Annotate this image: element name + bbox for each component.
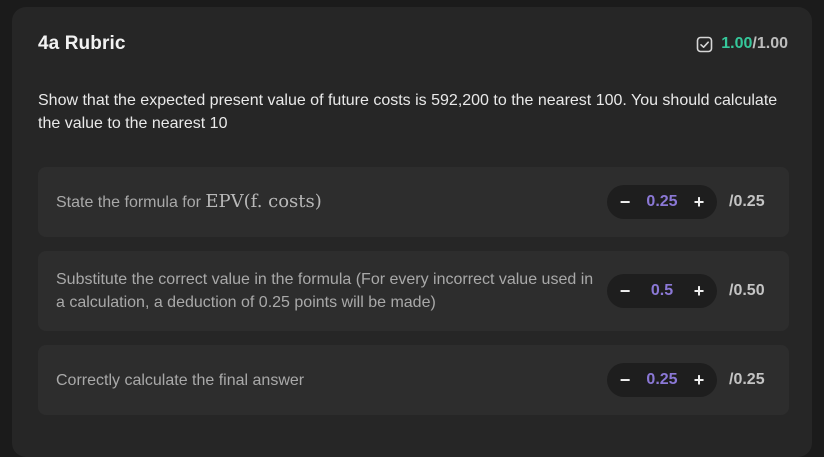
points-value[interactable]: 0.5 — [651, 282, 673, 300]
rubric-header: 4a Rubric 1.00/1.00 — [38, 31, 788, 57]
score-max: /1.00 — [752, 35, 788, 52]
decrement-button[interactable]: − — [617, 282, 633, 300]
criterion-text: State the formula for — [56, 194, 206, 211]
criterion-controls: − 0.5 + /0.50 — [607, 274, 771, 308]
increment-button[interactable]: + — [691, 282, 707, 300]
points-stepper: − 0.25 + — [607, 363, 717, 397]
criterion-item: Correctly calculate the final answer − 0… — [38, 345, 789, 415]
checkbox-check-icon — [696, 36, 713, 52]
criterion-label: State the formula for EPV(f. costs) — [56, 190, 322, 214]
criterion-label: Correctly calculate the final answer — [56, 371, 305, 389]
points-value[interactable]: 0.25 — [646, 193, 677, 211]
criterion-controls: − 0.25 + /0.25 — [607, 363, 771, 397]
score-obtained: 1.00 — [721, 35, 753, 52]
points-stepper: − 0.25 + — [607, 185, 717, 219]
question-description: Show that the expected present value of … — [38, 92, 778, 132]
max-points: /0.25 — [729, 371, 765, 388]
points-value[interactable]: 0.25 — [646, 371, 677, 389]
criterion-label: Substitute the correct value in the form… — [56, 271, 594, 311]
decrement-button[interactable]: − — [617, 371, 633, 389]
points-stepper: − 0.5 + — [607, 274, 717, 308]
criterion-formula: EPV(f. costs) — [205, 191, 322, 212]
rubric-panel: 4a Rubric 1.00/1.00 Show that the expect… — [12, 7, 812, 457]
max-points: /0.50 — [729, 282, 765, 299]
max-points: /0.25 — [729, 193, 765, 210]
criterion-item: State the formula for EPV(f. costs) − 0.… — [38, 167, 789, 237]
rubric-title: 4a Rubric — [38, 33, 126, 54]
increment-button[interactable]: + — [691, 193, 707, 211]
criterion-item: Substitute the correct value in the form… — [38, 251, 789, 331]
increment-button[interactable]: + — [691, 371, 707, 389]
decrement-button[interactable]: − — [617, 193, 633, 211]
total-score: 1.00/1.00 — [696, 35, 788, 53]
criterion-controls: − 0.25 + /0.25 — [607, 185, 771, 219]
